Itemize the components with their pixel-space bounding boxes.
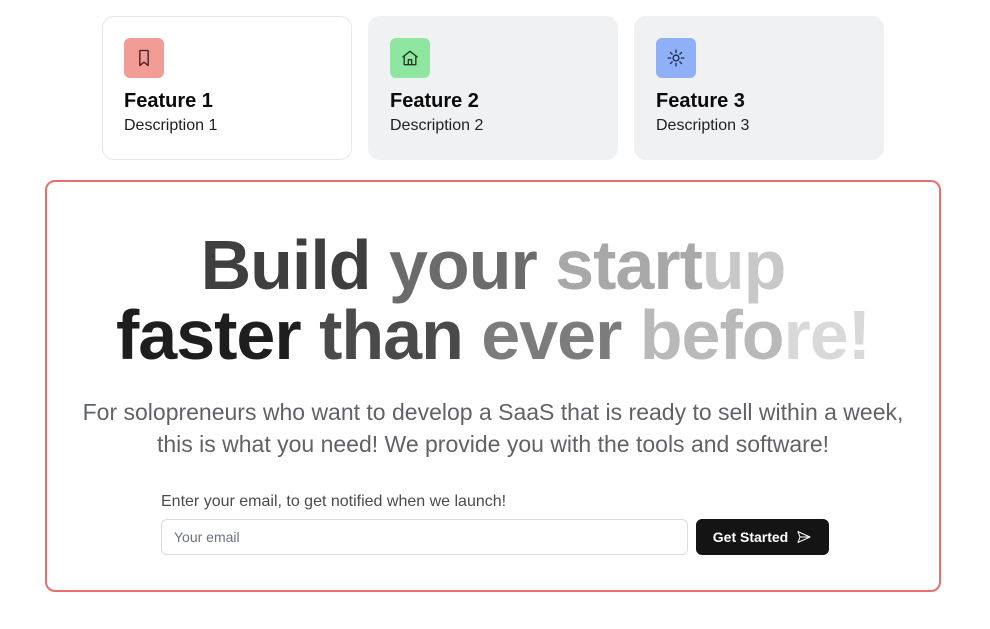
feature-description: Description 1 (124, 117, 218, 134)
feature-title: Feature 2 (390, 90, 479, 112)
feature-cards: Feature 1 Description 1 Feature 2 Descri… (102, 16, 884, 160)
email-label: Enter your email, to get notified when w… (161, 493, 507, 510)
feature-description: Description 2 (390, 117, 484, 134)
bookmark-icon (124, 38, 164, 78)
hero-section: Build your startup faster than ever befo… (45, 180, 941, 592)
get-started-label: Get Started (712, 529, 789, 545)
headline-line-1: Build your startup (200, 226, 787, 304)
headline-line-2: faster than ever before! (115, 296, 871, 374)
feature-card-2[interactable]: Feature 2 Description 2 (368, 16, 618, 160)
feature-description: Description 3 (656, 117, 750, 134)
feature-card-1[interactable]: Feature 1 Description 1 (102, 16, 352, 160)
email-input[interactable] (161, 519, 688, 555)
hero-subtext: For solopreneurs who want to develop a S… (82, 399, 904, 457)
feature-title: Feature 1 (124, 90, 213, 112)
sun-icon (656, 38, 696, 78)
home-icon (390, 38, 430, 78)
feature-title: Feature 3 (656, 90, 745, 112)
send-icon (796, 529, 812, 545)
hero-headline: Build your startup faster than ever befo… (47, 230, 939, 370)
get-started-button[interactable]: Get Started (696, 519, 829, 555)
feature-card-3[interactable]: Feature 3 Description 3 (634, 16, 884, 160)
